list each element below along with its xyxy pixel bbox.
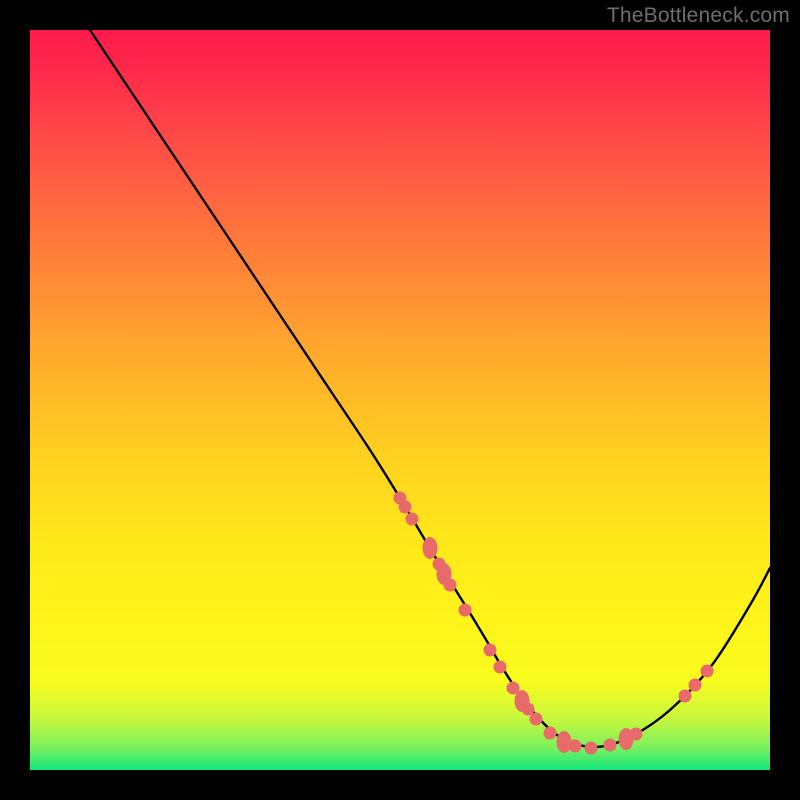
curve-marker: [569, 740, 582, 753]
chart-svg: [30, 30, 770, 770]
curve-marker: [484, 644, 497, 657]
curve-marker: [406, 513, 419, 526]
curve-marker: [494, 661, 507, 674]
curve-marker: [423, 537, 438, 559]
curve-marker: [459, 604, 472, 617]
curve-marker: [399, 501, 412, 514]
curve-marker: [557, 731, 572, 753]
bottleneck-curve: [90, 30, 770, 747]
curve-marker: [604, 739, 617, 752]
curve-marker: [679, 690, 692, 703]
attribution-text: TheBottleneck.com: [607, 4, 790, 28]
chart-plot-area: [30, 30, 770, 770]
curve-marker: [444, 579, 457, 592]
curve-marker: [530, 713, 543, 726]
curve-marker: [701, 665, 714, 678]
curve-marker: [585, 742, 598, 755]
curve-marker: [544, 727, 557, 740]
curve-marker: [630, 728, 643, 741]
curve-marker: [689, 679, 702, 692]
